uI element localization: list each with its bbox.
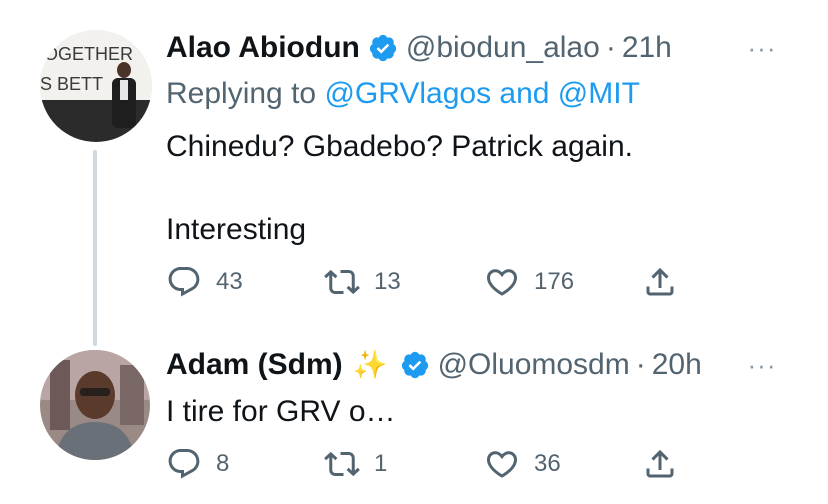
avatar-sign-line1: OGETHER (44, 44, 133, 64)
share-button[interactable] (642, 444, 678, 484)
retweet-count: 1 (374, 450, 388, 477)
heart-icon (486, 451, 518, 478)
share-button[interactable] (642, 262, 678, 302)
share-icon (646, 449, 674, 478)
reply-icon (168, 267, 200, 297)
like-count: 176 (534, 268, 575, 295)
reply-button[interactable]: 43 (166, 262, 243, 302)
replying-to-mentions[interactable]: @GRVlagos and @MIT (324, 77, 639, 110)
tweet-actions: 8 1 36 (166, 444, 686, 484)
tweet-text-line1: Chinedu? Gbadebo? Patrick again. (166, 130, 633, 163)
like-button[interactable]: 36 (484, 444, 561, 484)
separator-dot: · (635, 348, 646, 381)
reply-count: 8 (216, 450, 230, 477)
tweet-text-line2: Interesting (166, 213, 307, 246)
like-button[interactable]: 176 (484, 262, 574, 302)
replying-to: Replying to @GRVlagos and @MIT (166, 74, 640, 114)
timestamp[interactable]: 20h (652, 345, 702, 385)
author-handle[interactable]: @Oluomosdm (438, 345, 630, 385)
heart-icon (486, 269, 518, 296)
tweet-actions: 43 13 176 (166, 262, 686, 302)
tweet-2[interactable]: Adam (Sdm) ✨ @Oluomosdm · 20h ··· I tire… (0, 330, 828, 504)
share-icon (646, 267, 674, 296)
retweet-button[interactable]: 1 (324, 444, 387, 484)
retweet-count: 13 (374, 268, 401, 295)
sparkles-emoji: ✨ (352, 349, 388, 380)
avatar[interactable] (40, 350, 150, 460)
reply-icon (168, 449, 200, 479)
retweet-icon (324, 269, 360, 295)
verified-badge-icon (369, 34, 396, 62)
author-name[interactable]: Adam (Sdm) (166, 345, 343, 385)
more-options-icon[interactable]: ··· (742, 28, 782, 68)
author-name[interactable]: Alao Abiodun (166, 28, 360, 68)
like-count: 36 (534, 450, 561, 477)
timestamp[interactable]: 21h (622, 28, 672, 68)
reply-button[interactable]: 8 (166, 444, 229, 484)
more-options-icon[interactable]: ··· (742, 345, 782, 385)
avatar[interactable]: OGETHER S BETT (40, 30, 152, 142)
avatar-sign-line2: S BETT (40, 74, 103, 94)
author-handle[interactable]: @biodun_alao (406, 28, 600, 68)
tweet-header: Alao Abiodun @biodun_alao · 21h (166, 28, 672, 68)
reply-count: 43 (216, 268, 243, 295)
tweet-text-line1: I tire for GRV o… (166, 395, 396, 428)
verified-badge-icon (401, 351, 428, 379)
replying-to-label: Replying to (166, 77, 325, 110)
retweet-button[interactable]: 13 (324, 262, 401, 302)
separator-dot: · (605, 31, 616, 64)
thread-connector-line (93, 150, 97, 346)
retweet-icon (324, 451, 360, 477)
tweet-1[interactable]: OGETHER S BETT Alao Abiodun @biodun_alao… (0, 0, 828, 330)
tweet-header: Adam (Sdm) ✨ @Oluomosdm · 20h (166, 345, 702, 385)
